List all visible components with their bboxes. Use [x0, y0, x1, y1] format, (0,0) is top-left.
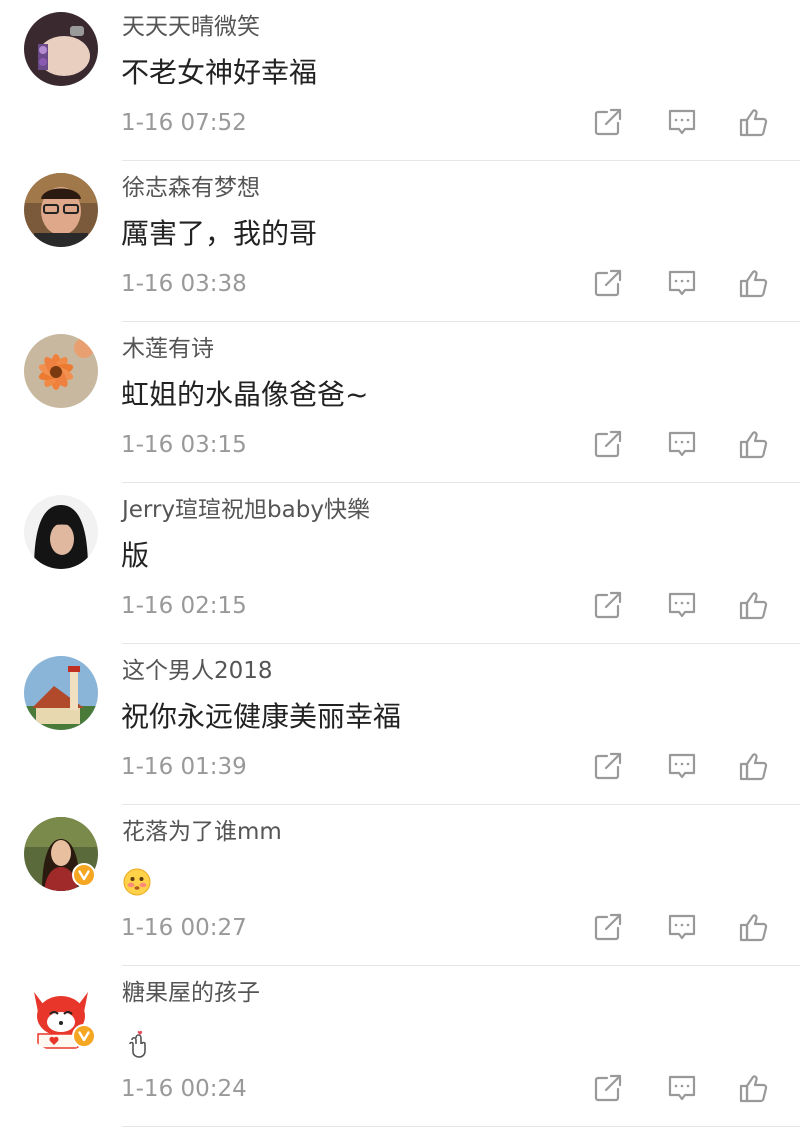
comment-item: 这个男人2018 祝你永远健康美丽幸福 1-16 01:39 [0, 644, 800, 805]
timestamp: 1-16 00:24 [121, 1076, 247, 1102]
share-icon[interactable] [592, 1072, 624, 1104]
comment-list: 天天天晴微笑 不老女神好幸福 1-16 07:52 徐志森有梦想 厲害了，我的哥… [0, 0, 800, 1127]
timestamp: 1-16 02:15 [121, 593, 247, 619]
thumbs-up-icon[interactable] [738, 428, 770, 460]
comment-item: 天天天晴微笑 不老女神好幸福 1-16 07:52 [0, 0, 800, 161]
thumbs-up-icon[interactable] [738, 106, 770, 138]
comment-icon[interactable] [666, 911, 698, 943]
thumbs-up-icon[interactable] [738, 1072, 770, 1104]
share-icon[interactable] [592, 428, 624, 460]
verified-badge-icon [72, 1024, 96, 1048]
comment-text: 虹姐的水晶像爸爸~ [121, 378, 369, 411]
comment-text: 版 [121, 539, 150, 572]
comment-icon[interactable] [666, 1072, 698, 1104]
thumbs-up-icon[interactable] [738, 589, 770, 621]
timestamp: 1-16 03:38 [121, 271, 247, 297]
timestamp: 1-16 03:15 [121, 432, 247, 458]
share-icon[interactable] [592, 106, 624, 138]
username[interactable]: 这个男人2018 [122, 656, 273, 686]
timestamp: 1-16 01:39 [121, 754, 247, 780]
avatar[interactable] [24, 656, 98, 730]
blushing-face-emoji [122, 867, 152, 897]
comment-item: Jerry瑄瑄祝旭baby快樂 版 1-16 02:15 [0, 483, 800, 644]
divider [122, 1126, 800, 1127]
avatar[interactable] [24, 173, 98, 247]
thumbs-up-icon[interactable] [738, 750, 770, 782]
comment-icon[interactable] [666, 428, 698, 460]
comment-item: 木莲有诗 虹姐的水晶像爸爸~ 1-16 03:15 [0, 322, 800, 483]
username[interactable]: 糖果屋的孩子 [122, 978, 260, 1008]
comment-icon[interactable] [666, 750, 698, 782]
username[interactable]: 天天天晴微笑 [122, 12, 260, 42]
share-icon[interactable] [592, 750, 624, 782]
avatar[interactable] [24, 12, 98, 86]
avatar[interactable] [24, 334, 98, 408]
comment-icon[interactable] [666, 106, 698, 138]
comment-text: 厲害了，我的哥 [121, 217, 318, 250]
comment-item: 徐志森有梦想 厲害了，我的哥 1-16 03:38 [0, 161, 800, 322]
comment-item: 花落为了谁mm 1-16 00:27 [0, 805, 800, 966]
comment-text: 祝你永远健康美丽幸福 [121, 700, 402, 733]
share-icon[interactable] [592, 267, 624, 299]
comment-icon[interactable] [666, 589, 698, 621]
comment-text: 不老女神好幸福 [121, 56, 318, 89]
thumbs-up-icon[interactable] [738, 911, 770, 943]
comment-icon[interactable] [666, 267, 698, 299]
avatar[interactable] [24, 495, 98, 569]
username[interactable]: Jerry瑄瑄祝旭baby快樂 [122, 495, 370, 525]
thumbs-up-icon[interactable] [738, 267, 770, 299]
timestamp: 1-16 07:52 [121, 110, 247, 136]
share-icon[interactable] [592, 911, 624, 943]
finger-heart-emoji [122, 1028, 152, 1058]
username[interactable]: 木莲有诗 [122, 334, 214, 364]
comment-item: 糖果屋的孩子 1-16 00:24 [0, 966, 800, 1127]
username[interactable]: 徐志森有梦想 [122, 173, 260, 203]
verified-badge-icon [72, 863, 96, 887]
timestamp: 1-16 00:27 [121, 915, 247, 941]
share-icon[interactable] [592, 589, 624, 621]
username[interactable]: 花落为了谁mm [122, 817, 282, 847]
